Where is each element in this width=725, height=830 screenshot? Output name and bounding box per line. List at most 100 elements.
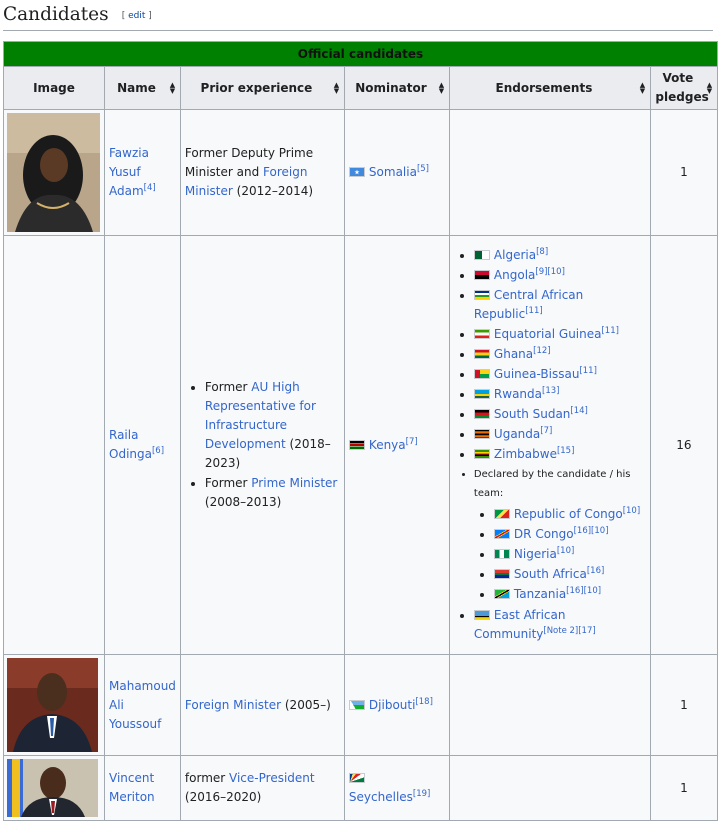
citation-link[interactable]: [16] [587,566,604,576]
endorsement-link[interactable]: Angola [494,268,535,282]
list-item: South Africa[16] [493,565,646,584]
experience-text: (2005–) [281,697,331,712]
nominator-link[interactable]: Kenya [369,438,406,452]
col-header-vote-pledges[interactable]: Vote pledges ▲ ▼ [649,66,718,110]
prior-experience-cell: Former Deputy Prime Minister and Foreign… [179,109,345,236]
col-header-name[interactable]: Name ▲ ▼ [104,66,181,110]
endorsement-link[interactable]: Guinea-Bissau [494,367,580,381]
candidate-photo-cell [3,654,105,756]
algeria-flag-icon [473,250,490,260]
citation-link[interactable]: [16][10] [574,526,609,536]
citation-link[interactable]: [5] [417,164,429,174]
col-header-image: Image [3,66,105,110]
candidate-photo[interactable] [7,658,98,752]
candidate-photo-cell [3,109,105,236]
name-line: Adam [109,184,144,198]
table-row: Raila Odinga[6] Former AU High Representa… [3,235,718,655]
experience-text: Former [204,380,252,394]
endorsement-link[interactable]: Zimbabwe [494,447,557,461]
citation-link[interactable]: [12] [533,346,550,356]
sort-icon[interactable]: ▲ ▼ [333,82,340,95]
sort-icon[interactable]: ▲ ▼ [169,82,176,95]
citation-link[interactable]: [6] [152,446,164,456]
citation-link[interactable]: [7] [540,426,552,436]
ghana-flag-icon [473,349,490,359]
endorsement-link[interactable]: Ghana [494,347,533,361]
endorsement-link[interactable]: South Africa [514,567,587,581]
citation-link[interactable]: [18] [415,697,432,707]
name-line: Mahamoud [109,678,176,693]
nominator-link[interactable]: Djibouti [369,698,416,712]
vote-pledges-cell: 1 [649,109,718,236]
table-caption: Official candidates [3,41,718,67]
name-line: Youssouf [109,716,162,731]
col-header-endorsements-label: Endorsements [495,80,593,95]
col-header-endorsements[interactable]: Endorsements ▲ ▼ [448,66,651,110]
endorsement-link[interactable]: Equatorial Guinea [494,327,602,341]
citation-link[interactable]: [11] [525,306,542,316]
candidate-photo-cell [3,235,105,655]
endorsement-link[interactable]: Nigeria [514,547,557,561]
citation-link[interactable]: [10] [623,506,640,516]
nominator-link[interactable]: Somalia [369,165,417,179]
candidate-name-cell: Mahamoud Ali Youssouf [104,654,181,756]
citation-link[interactable]: [10] [557,546,574,556]
citation-link[interactable]: [11] [579,366,596,376]
citation-link[interactable]: [19] [413,789,430,799]
sort-icon[interactable]: ▲ ▼ [639,82,646,95]
somalia-flag-icon [348,167,365,177]
candidate-name-link[interactable]: Raila Odinga [109,428,152,461]
endorsement-link[interactable]: DR Congo [514,527,574,541]
col-header-name-label: Name [117,80,156,95]
endorsement-link[interactable]: Central African Republic [474,288,583,321]
experience-text: Former [204,476,252,490]
nominator-cell: Seychelles[19] [343,755,450,821]
edit-link[interactable]: edit [128,11,145,21]
citation-link[interactable]: [13] [542,386,559,396]
nominator-link[interactable]: Seychelles [349,790,413,804]
col-header-vote-pledges-label: Vote pledges [655,71,709,104]
endorsement-link[interactable]: Tanzania [514,587,566,601]
republic-of-congo-flag-icon [493,509,510,519]
candidate-photo[interactable] [7,759,98,817]
edit-close-bracket: ] [145,11,152,21]
experience-link[interactable]: Foreign Minister [185,698,281,712]
list-item: South Sudan[14] [473,405,646,424]
endorsement-link[interactable]: South Sudan [494,407,571,421]
endorsements-cell [448,654,651,756]
citation-link[interactable]: [7] [406,437,418,447]
declared-label: Declared by the candidate / his team: [473,469,631,499]
citation-link[interactable]: [11] [601,326,618,336]
dr-congo-flag-icon [493,529,510,539]
uganda-flag-icon [473,429,490,439]
citation-link[interactable]: [4] [144,183,156,193]
col-header-prior-experience[interactable]: Prior experience ▲ ▼ [179,66,345,110]
south-sudan-flag-icon [473,409,490,419]
candidate-name-link[interactable]: Vincent Meriton [109,771,155,804]
col-header-nominator[interactable]: Nominator ▲ ▼ [343,66,450,110]
guinea-bissau-flag-icon [473,369,490,379]
citation-link[interactable]: [16][10] [566,586,601,596]
citation-link[interactable]: [Note 2][17] [543,626,595,636]
vote-pledges-cell: 16 [649,235,718,655]
citation-link[interactable]: [9][10] [535,267,565,277]
name-line: Ali [109,697,124,712]
sort-icon[interactable]: ▲ ▼ [438,82,445,95]
experience-link[interactable]: Prime Minister [251,476,337,490]
endorsement-link[interactable]: Algeria [494,248,536,262]
rwanda-flag-icon [473,389,490,399]
experience-link[interactable]: Vice-President [229,771,315,785]
candidate-photo-cell [3,755,105,821]
endorsement-link[interactable]: Uganda [494,427,540,441]
endorsement-link[interactable]: Rwanda [494,387,542,401]
citation-link[interactable]: [15] [557,446,574,456]
sort-icon[interactable]: ▲ ▼ [706,82,713,95]
citation-link[interactable]: [8] [536,247,548,257]
candidate-name-link[interactable]: Mahamoud Ali Youssouf [109,679,176,731]
candidate-name-cell: Vincent Meriton [104,755,181,821]
experience-text: (2016–2020) [184,790,262,804]
table-row: Fawzia Yusuf Adam[4] Former Deputy Prime M… [3,109,718,236]
candidate-photo[interactable] [7,113,100,232]
endorsement-link[interactable]: Republic of Congo [514,507,623,521]
citation-link[interactable]: [14] [570,406,587,416]
